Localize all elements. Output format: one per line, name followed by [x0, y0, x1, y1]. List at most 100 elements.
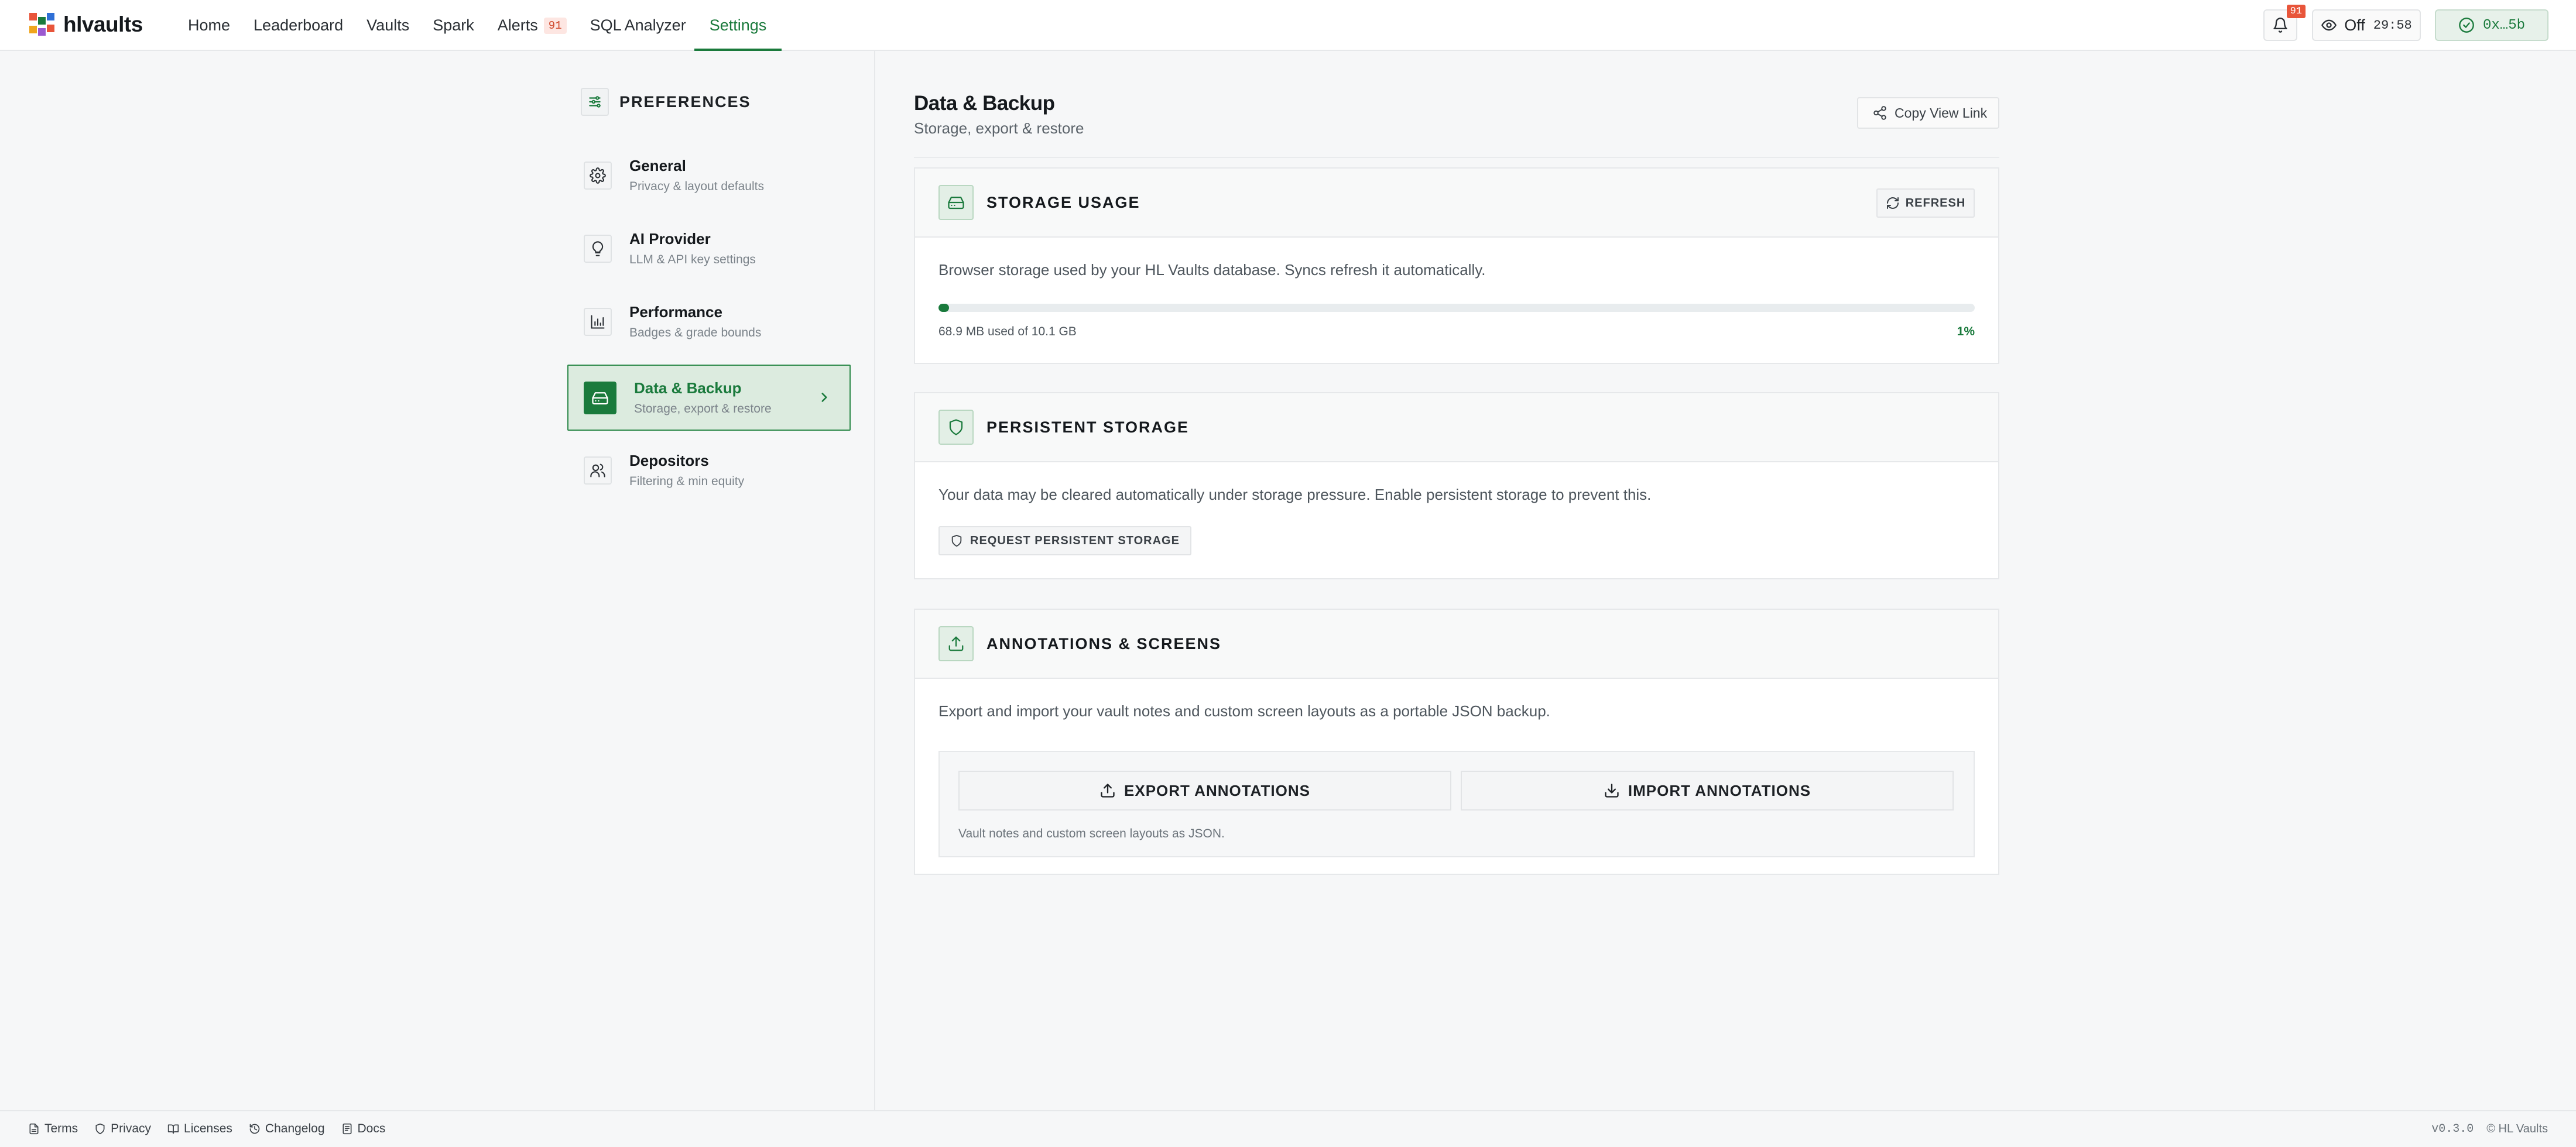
sidebar-item-depositors[interactable]: Depositors Filtering & min equity	[567, 437, 851, 503]
logo[interactable]: hlvaults	[28, 12, 143, 37]
page-title: Data & Backup	[914, 92, 1055, 115]
sidebar-item-general[interactable]: General Privacy & layout defaults	[567, 142, 851, 208]
refresh-icon	[1886, 197, 1899, 209]
nav-spark-label: Spark	[433, 16, 474, 34]
request-persistent-storage-button[interactable]: REQUEST PERSISTENT STORAGE	[938, 526, 1191, 555]
nav-alerts-label: Alerts	[497, 16, 538, 34]
footer: Terms Privacy Licenses Changelog Docs v0…	[0, 1110, 2576, 1147]
footer-link-label: Docs	[357, 1122, 386, 1135]
sidebar-item-title: Data & Backup	[634, 379, 742, 397]
footer-link-docs[interactable]: Docs	[341, 1122, 386, 1136]
nav-home-label: Home	[188, 16, 231, 34]
notifications-button[interactable]: 91	[2263, 5, 2306, 41]
sidebar-item-data-backup[interactable]: Data & Backup Storage, export & restore	[567, 365, 851, 431]
alerts-count-badge: 91	[543, 17, 567, 34]
sidebar-item-subtitle: Privacy & layout defaults	[629, 180, 764, 193]
header-divider	[914, 157, 1999, 158]
top-bar: hlvaults Home Leaderboard Vaults Spark A…	[0, 0, 2576, 51]
preferences-header: PREFERENCES	[581, 88, 751, 116]
sidebar-item-performance[interactable]: Performance Badges & grade bounds	[567, 289, 851, 355]
wallet-address: 0x…5b	[2482, 17, 2525, 33]
sidebar-item-subtitle: Filtering & min equity	[629, 475, 745, 488]
annotations-header: ANNOTATIONS & SCREENS	[915, 610, 1998, 679]
hard-drive-icon	[948, 197, 964, 210]
eye-icon	[2321, 19, 2337, 31]
upload-icon	[1101, 784, 1115, 798]
depositors-icon-box	[584, 456, 612, 485]
sidebar-item-title: Depositors	[629, 452, 709, 469]
storage-usage-title: STORAGE USAGE	[986, 193, 1140, 211]
copy-view-link-button[interactable]: Copy View Link	[1857, 97, 1999, 129]
refresh-button[interactable]: REFRESH	[1876, 188, 1975, 218]
annotations-note: Vault notes and custom screen layouts as…	[958, 827, 1225, 840]
storage-usage-card: STORAGE USAGE REFRESH Browser storage us…	[914, 167, 1999, 364]
sidebar-item-subtitle: Storage, export & restore	[634, 402, 772, 415]
ai-provider-icon-box	[584, 234, 612, 263]
storage-progress-bar	[938, 304, 1975, 312]
sidebar-item-subtitle: LLM & API key settings	[629, 253, 756, 266]
history-icon	[249, 1124, 260, 1134]
nav-alerts[interactable]: Alerts 91	[498, 0, 567, 51]
storage-icon-box	[938, 185, 974, 220]
logo-text: hlvaults	[63, 12, 143, 36]
shield-icon	[95, 1123, 105, 1135]
settings-sidebar	[0, 51, 875, 1110]
footer-link-label: Privacy	[111, 1122, 152, 1135]
page-subtitle: Storage, export & restore	[914, 119, 1084, 137]
persistent-storage-title: PERSISTENT STORAGE	[986, 418, 1190, 436]
upload-icon	[948, 636, 964, 651]
footer-link-label: Changelog	[265, 1122, 325, 1135]
sidebar-item-title: Performance	[629, 303, 722, 321]
nav-spark[interactable]: Spark	[433, 0, 474, 51]
storage-description: Browser storage used by your HL Vaults d…	[938, 261, 1486, 279]
persistent-storage-header: PERSISTENT STORAGE	[915, 393, 1998, 462]
footer-link-label: Terms	[44, 1122, 78, 1135]
storage-usage-header: STORAGE USAGE REFRESH	[915, 169, 1998, 238]
lightbulb-icon	[592, 241, 604, 256]
persistent-description: Your data may be cleared automatically u…	[938, 486, 1652, 503]
sliders-icon-box	[581, 88, 609, 116]
export-annotations-button[interactable]: EXPORT ANNOTATIONS	[958, 771, 1451, 811]
nav-settings-label: Settings	[709, 16, 767, 34]
users-icon	[590, 463, 605, 478]
shield-icon	[949, 419, 963, 435]
nav-leaderboard[interactable]: Leaderboard	[254, 0, 343, 51]
footer-link-privacy[interactable]: Privacy	[94, 1122, 151, 1136]
data-backup-icon-box	[584, 381, 616, 414]
footer-link-changelog[interactable]: Changelog	[249, 1122, 325, 1136]
wallet-button[interactable]: 0x…5b	[2435, 9, 2548, 41]
nav-vaults-label: Vaults	[366, 16, 410, 34]
import-annotations-label: IMPORT ANNOTATIONS	[1628, 781, 1811, 799]
nav-leaderboard-label: Leaderboard	[254, 16, 344, 34]
request-persistent-storage-label: REQUEST PERSISTENT STORAGE	[970, 534, 1180, 547]
share-icon	[1873, 106, 1886, 120]
storage-used-text: 68.9 MB used of 10.1 GB	[938, 325, 1077, 338]
chevron-right-icon	[821, 393, 827, 402]
gear-icon	[590, 167, 606, 184]
sidebar-item-title: AI Provider	[629, 230, 711, 248]
import-annotations-button[interactable]: IMPORT ANNOTATIONS	[1461, 771, 1954, 811]
nav-sql-analyzer[interactable]: SQL Analyzer	[590, 0, 686, 51]
sidebar-item-title: General	[629, 157, 686, 174]
sliders-icon	[589, 96, 601, 108]
footer-link-licenses[interactable]: Licenses	[167, 1122, 232, 1136]
performance-icon-box	[584, 307, 612, 336]
annotations-description: Export and import your vault notes and c…	[938, 702, 1550, 720]
nav-home[interactable]: Home	[188, 0, 230, 51]
annotations-icon-box	[938, 626, 974, 661]
footer-link-terms[interactable]: Terms	[28, 1122, 78, 1136]
logo-mark-icon	[29, 13, 54, 36]
storage-percent: 1%	[1957, 325, 1975, 338]
nav-vaults[interactable]: Vaults	[366, 0, 409, 51]
document-icon	[342, 1123, 352, 1135]
copy-view-link-label: Copy View Link	[1895, 105, 1988, 121]
sidebar-item-ai-provider[interactable]: AI Provider LLM & API key settings	[567, 215, 851, 281]
annotations-title: ANNOTATIONS & SCREENS	[986, 634, 1222, 653]
persistent-storage-card: PERSISTENT STORAGE Your data may be clea…	[914, 392, 1999, 579]
file-icon	[29, 1123, 39, 1135]
watch-mode-toggle[interactable]: Off 29:58	[2312, 9, 2421, 41]
nav-settings[interactable]: Settings	[694, 0, 782, 51]
bell-icon	[2273, 18, 2287, 33]
shield-icon	[951, 534, 962, 547]
copyright-text: © HL Vaults	[2486, 1122, 2548, 1135]
